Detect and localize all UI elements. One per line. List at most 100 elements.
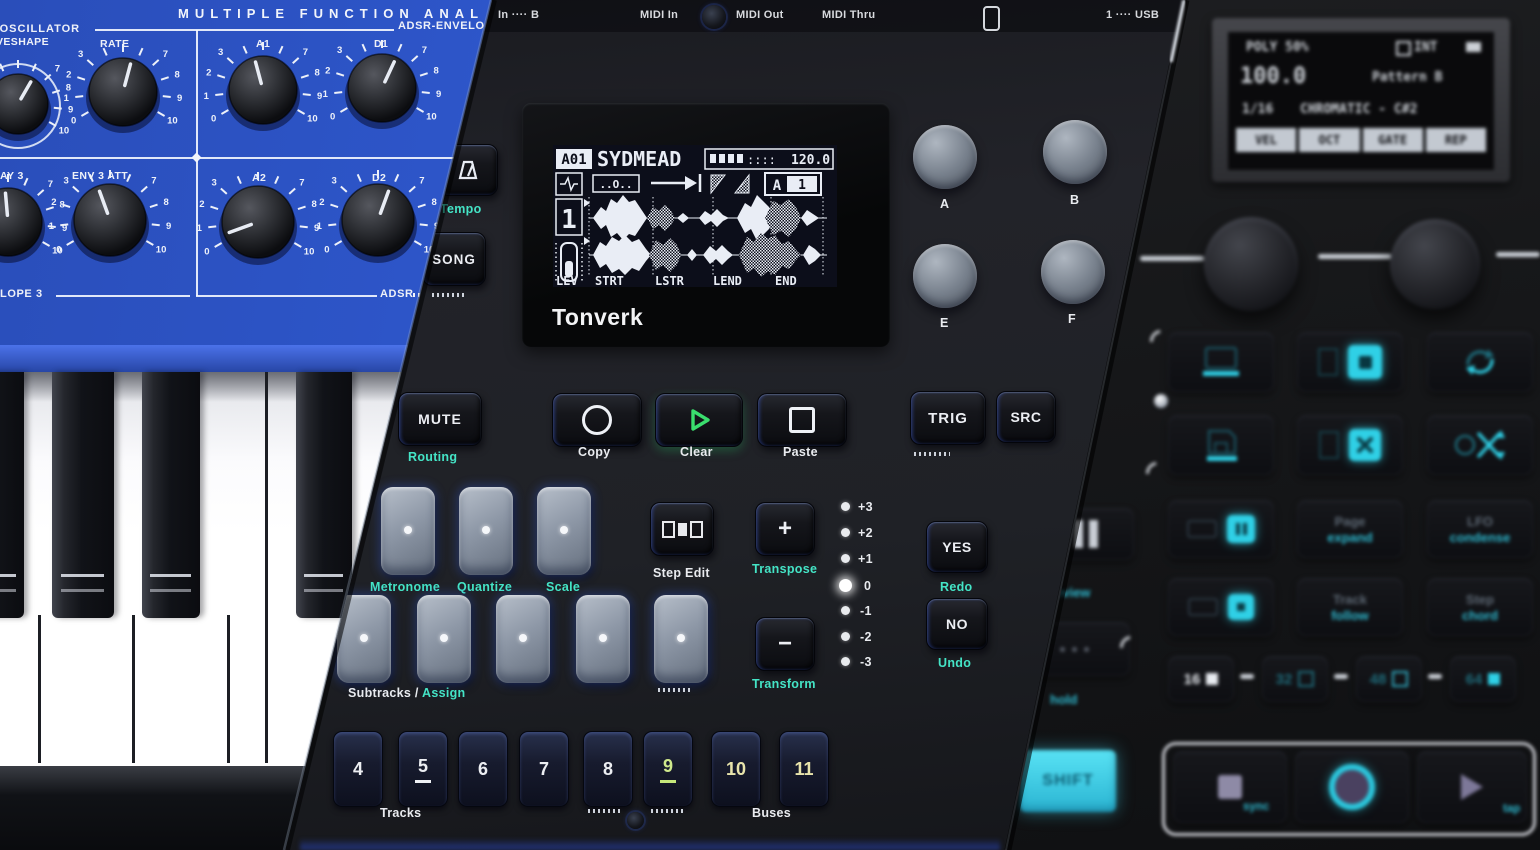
subtrack-pad-5[interactable] xyxy=(654,595,708,683)
subtrack-pad-2[interactable] xyxy=(417,595,471,683)
step-dash xyxy=(1428,674,1442,679)
undo-label: Undo xyxy=(938,656,971,670)
encoder-b[interactable] xyxy=(1043,120,1107,184)
step-chord-button[interactable]: Step chord xyxy=(1427,578,1533,636)
scale-label: Scale xyxy=(546,580,580,594)
track-button-7[interactable]: 7 xyxy=(519,731,569,807)
pad-scale[interactable] xyxy=(537,487,591,575)
subtrack-pad-4[interactable] xyxy=(576,595,630,683)
seq-record-button[interactable] xyxy=(1295,751,1409,823)
transpose-led xyxy=(841,502,850,511)
step-64-button[interactable]: 64 xyxy=(1450,656,1516,702)
init-button[interactable] xyxy=(1168,500,1274,558)
pad-quantize[interactable] xyxy=(459,487,513,575)
black-key-reflection xyxy=(150,574,191,592)
seq-stop-button[interactable] xyxy=(1173,751,1287,823)
track-button-8[interactable]: 8 xyxy=(583,731,633,807)
seq-knob-left[interactable] xyxy=(1204,217,1298,311)
trig-button[interactable]: TRIG xyxy=(910,391,986,445)
sync-mode-button[interactable] xyxy=(1427,332,1533,392)
step-16-button[interactable]: 16 xyxy=(1168,656,1234,702)
led-label-p1: +1 xyxy=(858,552,873,566)
stop-icon xyxy=(789,407,815,433)
track-number: 1 xyxy=(561,205,577,235)
pad-metronome[interactable] xyxy=(381,487,435,575)
lfo-condense-button[interactable]: LFO condense xyxy=(1427,500,1533,558)
redo-label: Redo xyxy=(940,580,972,594)
yes-button[interactable]: YES xyxy=(926,521,988,573)
shuffle-icon xyxy=(1453,426,1507,464)
save-button[interactable] xyxy=(1168,415,1274,475)
encoder-e[interactable] xyxy=(913,244,977,308)
guide-dash xyxy=(1496,252,1540,257)
piano-black-key[interactable] xyxy=(296,372,352,618)
envelope3-label: LOPE 3 xyxy=(0,288,43,300)
svg-text:1: 1 xyxy=(49,221,55,232)
no-button[interactable]: NO xyxy=(926,598,988,650)
battery-icon xyxy=(1466,42,1481,52)
record-button[interactable] xyxy=(552,393,642,447)
track-follow-button[interactable]: Track follow xyxy=(1297,578,1403,636)
record-icon xyxy=(582,405,612,435)
svg-text:1: 1 xyxy=(317,221,323,232)
clear-label: Clear xyxy=(680,445,713,459)
svg-text:3: 3 xyxy=(218,47,223,58)
play-button[interactable] xyxy=(655,393,743,447)
svg-text:7: 7 xyxy=(422,45,427,56)
bar-icon xyxy=(1089,520,1098,548)
lcd-tab-bar: VEL OCT GATE REP xyxy=(1236,128,1486,152)
delete-button[interactable] xyxy=(1297,415,1403,475)
step-square-icon xyxy=(1298,671,1314,687)
shift-button[interactable]: SHIFT xyxy=(1020,750,1116,812)
track-button-11[interactable]: 11 xyxy=(779,731,829,807)
led-label-0: 0 xyxy=(864,579,871,593)
synth-knob[interactable]: 012378910 xyxy=(25,135,195,305)
tonverk-brand: Tonverk xyxy=(552,304,643,331)
track-button-9[interactable]: 9 xyxy=(643,731,693,807)
grid-button[interactable] xyxy=(1168,578,1274,636)
track-button-6[interactable]: 6 xyxy=(458,731,508,807)
mute-button[interactable]: MUTE xyxy=(398,392,482,446)
svg-text:9: 9 xyxy=(166,221,171,232)
metronome-label: Metronome xyxy=(370,580,440,594)
track-button-4[interactable]: 4 xyxy=(333,731,383,807)
page-expand-button[interactable]: Page expand xyxy=(1297,500,1403,558)
copy-label: Copy xyxy=(578,445,610,459)
subtracks-label: Subtracks / xyxy=(348,686,419,700)
group-dots-8 xyxy=(588,809,620,813)
stop-button[interactable] xyxy=(757,393,847,447)
step-48-button[interactable]: 48 xyxy=(1356,656,1422,702)
expand-label: expand xyxy=(1327,530,1373,545)
midi-out-label: MIDI Out xyxy=(736,9,784,21)
piano-black-key[interactable] xyxy=(52,372,114,618)
pattern-slot: A01 xyxy=(561,152,586,168)
sample-name: SYDMEAD xyxy=(597,147,681,171)
transform-minus-button[interactable]: − xyxy=(755,617,815,671)
led-label-p2: +2 xyxy=(858,526,873,540)
step-dash xyxy=(1334,674,1348,679)
random-button[interactable] xyxy=(1427,415,1533,475)
svg-text:10: 10 xyxy=(167,116,178,127)
sample-mode-button[interactable] xyxy=(1297,332,1403,392)
screen-mode-button[interactable] xyxy=(1168,332,1274,392)
track-button-5[interactable]: 5 xyxy=(398,731,448,807)
encoder-f[interactable] xyxy=(1041,240,1105,304)
save-icon xyxy=(1201,425,1241,465)
encoder-a[interactable] xyxy=(913,125,977,189)
chord-label: chord xyxy=(1462,608,1498,623)
step-cell-icon xyxy=(662,521,675,538)
dim-pill-icon xyxy=(1188,598,1218,616)
track-button-10[interactable]: 10 xyxy=(711,731,761,807)
src-button[interactable]: SRC xyxy=(996,391,1056,443)
step-edit-button[interactable] xyxy=(650,502,714,556)
step-32-button[interactable]: 32 xyxy=(1262,656,1328,702)
subtrack-pad-1[interactable] xyxy=(337,595,391,683)
transpose-plus-button[interactable]: + xyxy=(755,502,815,556)
piano-black-key[interactable] xyxy=(0,372,24,618)
routing-label: Routing xyxy=(408,450,457,464)
subtrack-pad-3[interactable] xyxy=(496,595,550,683)
param-lev: LEV xyxy=(556,274,578,287)
piano-black-key[interactable] xyxy=(142,372,200,618)
seq-knob-right[interactable] xyxy=(1390,219,1480,309)
encoder-e-label: E xyxy=(940,316,949,330)
